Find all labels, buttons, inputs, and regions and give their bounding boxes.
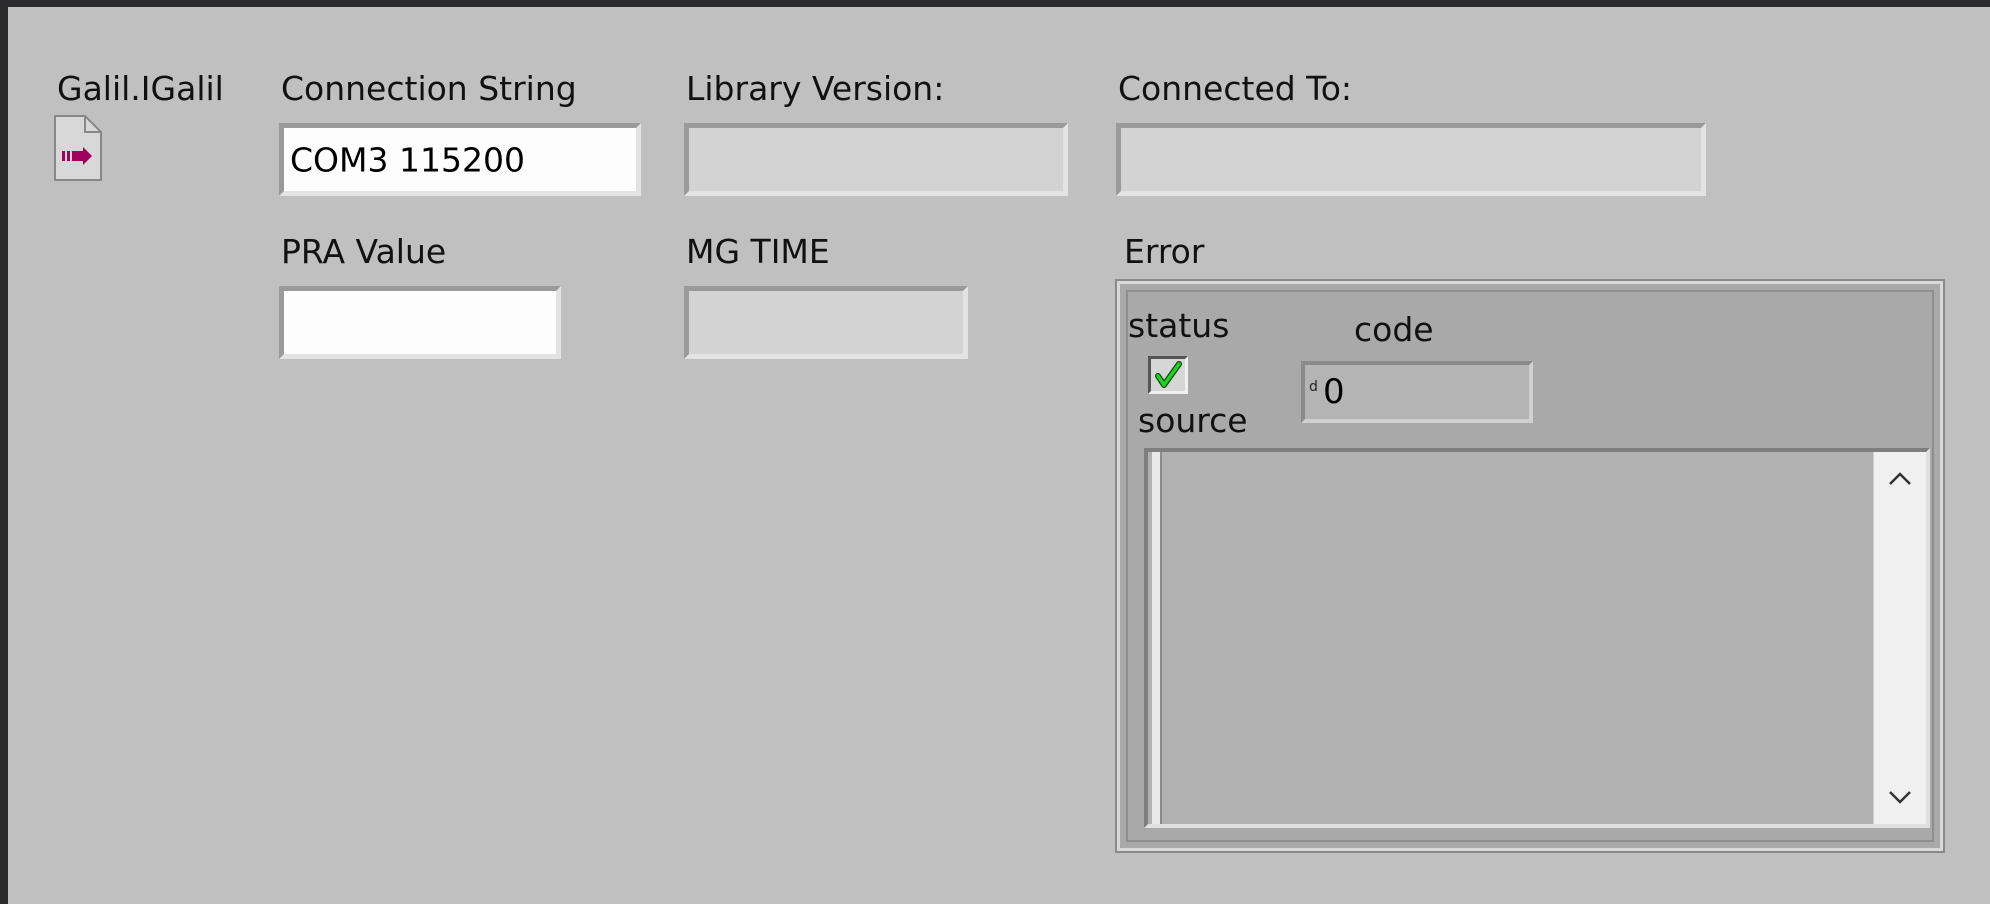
error-cluster-frame: status source code d 0	[1126, 290, 1934, 842]
refnum-control[interactable]	[53, 114, 105, 184]
source-text-indicator	[1144, 448, 1930, 828]
source-scrollbar[interactable]	[1873, 452, 1926, 824]
chevron-up-icon	[1889, 472, 1911, 485]
checkmark-icon	[1155, 361, 1182, 388]
front-panel: Galil.IGalil Connection String COM3 1152…	[8, 7, 1990, 904]
pra-value-input[interactable]	[279, 286, 561, 359]
code-label: code	[1354, 310, 1434, 349]
connection-string-input[interactable]: COM3 115200	[279, 123, 641, 196]
mg-time-label: MG TIME	[686, 232, 830, 271]
status-label: status	[1128, 306, 1230, 345]
radix-indicator[interactable]: d	[1309, 379, 1318, 395]
chevron-down-icon	[1889, 791, 1911, 804]
mg-time-indicator	[684, 286, 968, 359]
connected-to-indicator	[1116, 123, 1706, 196]
refnum-label: Galil.IGalil	[57, 69, 224, 108]
error-cluster-label: Error	[1124, 232, 1205, 271]
error-cluster: status source code d 0	[1115, 279, 1945, 853]
pra-value-label: PRA Value	[281, 232, 447, 271]
code-value: 0	[1323, 372, 1345, 412]
connection-string-label: Connection String	[281, 69, 577, 108]
scroll-down-button[interactable]	[1874, 774, 1926, 820]
refnum-arrow-icon	[54, 115, 102, 181]
code-indicator: d 0	[1301, 361, 1533, 423]
connected-to-label: Connected To:	[1118, 69, 1353, 108]
status-checkbox[interactable]	[1148, 356, 1188, 394]
library-version-label: Library Version:	[686, 69, 945, 108]
library-version-indicator	[684, 123, 1068, 196]
connection-string-value: COM3 115200	[290, 140, 525, 179]
source-left-margin	[1152, 452, 1162, 824]
scroll-up-button[interactable]	[1874, 456, 1926, 502]
source-label: source	[1138, 401, 1248, 440]
